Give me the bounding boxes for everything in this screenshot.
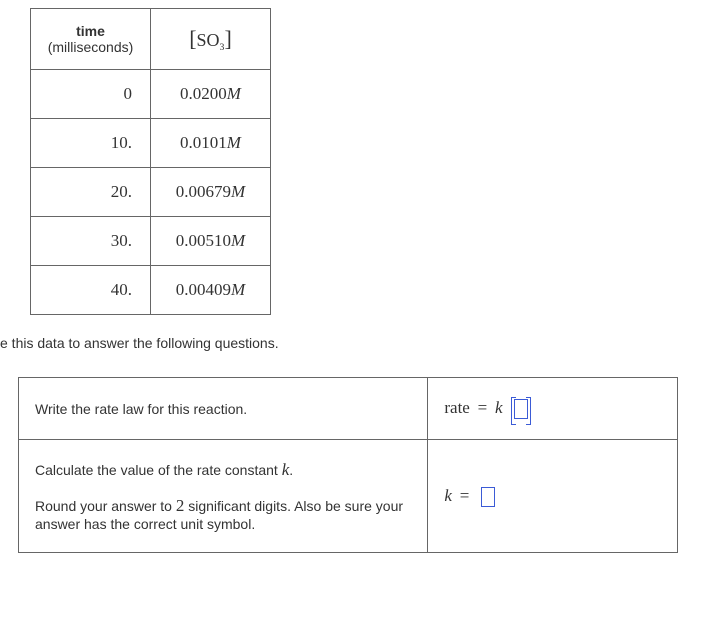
table-row: 20. 0.00679M [31,168,271,217]
k-value-input[interactable] [481,487,495,507]
cell-conc: 0.00679M [151,168,271,217]
q1-answer: rate = k [428,378,678,440]
species-formula: SO [197,30,220,50]
cell-conc: 0.0200M [151,70,271,119]
table-row: 0 0.0200M [31,70,271,119]
cell-conc: 0.0101M [151,119,271,168]
table-header-row: time (milliseconds) [SO3] [31,9,271,70]
q2-answer: k = [428,440,678,553]
cell-time: 0 [31,70,151,119]
table-row: 10. 0.0101M [31,119,271,168]
q2-line1-end: . [289,462,293,478]
bracket-close: ] [224,26,231,51]
conc-value: 0.0101 [180,133,227,152]
table-row: 30. 0.00510M [31,217,271,266]
conc-unit: M [231,280,245,299]
conc-value: 0.0200 [180,84,227,103]
instruction-text: e this data to answer the following ques… [0,335,715,351]
rate-law-input[interactable] [514,399,528,419]
q2-prompt: Calculate the value of the rate constant… [19,440,428,553]
qa-row-2: Calculate the value of the rate constant… [19,440,678,553]
cell-time: 30. [31,217,151,266]
conc-value: 0.00510 [176,231,231,250]
equals-sign: = [478,398,488,417]
cell-time: 40. [31,266,151,315]
k-var: k [495,398,503,417]
qa-row-1: Write the rate law for this reaction. ra… [19,378,678,440]
bracket-open: [ [189,26,196,51]
table-row: 40. 0.00409M [31,266,271,315]
conc-value: 0.00409 [176,280,231,299]
qa-table: Write the rate law for this reaction. ra… [18,377,678,553]
cell-time: 10. [31,119,151,168]
rate-prefix: rate [444,398,469,417]
conc-unit: M [227,84,241,103]
equals-sign: = [460,486,470,505]
conc-value: 0.00679 [176,182,231,201]
cell-time: 20. [31,168,151,217]
conc-unit: M [231,231,245,250]
q2-line1: Calculate the value of the rate constant [35,462,282,478]
k-var: k [444,486,452,505]
cell-conc: 0.00510M [151,217,271,266]
time-label: time [76,23,105,39]
conc-unit: M [231,182,245,201]
cell-conc: 0.00409M [151,266,271,315]
header-species: [SO3] [151,9,271,70]
table-body: 0 0.0200M 10. 0.0101M 20. 0.00679M 30. 0… [31,70,271,315]
q2-line2: Round your answer to [35,498,176,514]
data-table: time (milliseconds) [SO3] 0 0.0200M 10. … [30,8,271,315]
q1-prompt: Write the rate law for this reaction. [19,378,428,440]
header-time: time (milliseconds) [31,9,151,70]
conc-unit: M [227,133,241,152]
time-unit: (milliseconds) [48,39,134,55]
